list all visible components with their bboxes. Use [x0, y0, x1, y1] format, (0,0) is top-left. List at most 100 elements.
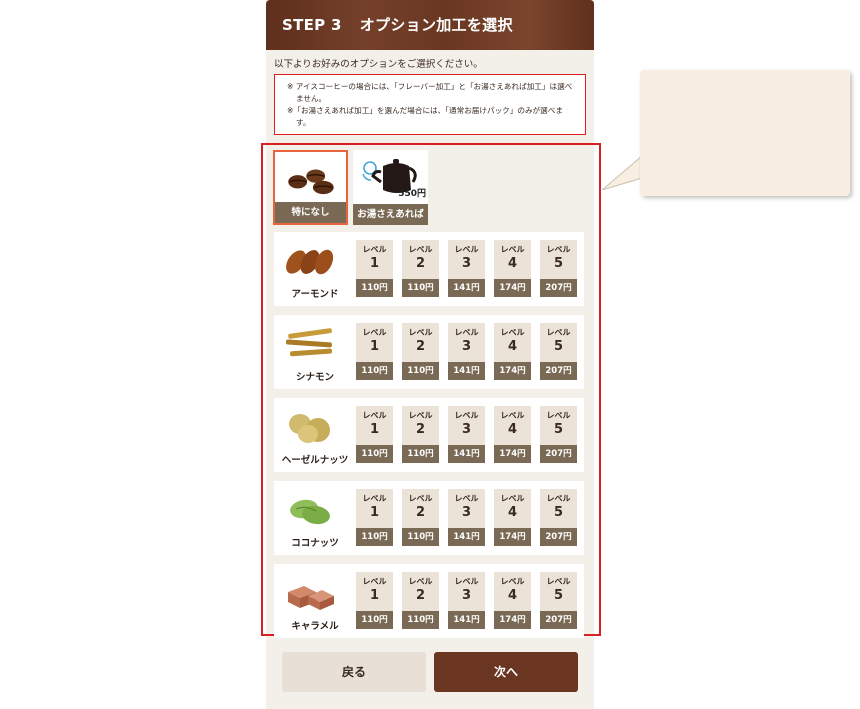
level-number: 2	[415, 588, 426, 603]
level-number: 3	[461, 588, 472, 603]
cinnamon-icon	[285, 328, 333, 357]
next-button[interactable]: 次へ	[434, 652, 578, 692]
level-option[interactable]: レベル 5 207円	[540, 406, 577, 463]
level-option[interactable]: レベル 2 110円	[402, 240, 439, 297]
level-number: 4	[507, 256, 518, 271]
callout-bubble	[640, 70, 850, 196]
level-word: レベル	[408, 245, 433, 254]
level-word: レベル	[454, 577, 479, 586]
level-price: 110円	[356, 362, 393, 380]
level-number: 2	[415, 505, 426, 520]
level-price: 110円	[356, 528, 393, 546]
level-word: レベル	[408, 328, 433, 337]
level-number: 1	[369, 588, 380, 603]
level-option[interactable]: レベル 3 141円	[448, 323, 485, 380]
flavor-row-cinnamon: シナモン レベル 1 110円 レベル 2 110円 レベル 3 141円 レベル 4 174円…	[274, 315, 584, 389]
level-number: 2	[415, 339, 426, 354]
level-word: レベル	[500, 245, 525, 254]
level-option[interactable]: レベル 4 174円	[494, 489, 531, 546]
level-option[interactable]: レベル 5 207円	[540, 323, 577, 380]
level-option[interactable]: レベル 3 141円	[448, 240, 485, 297]
level-price: 110円	[356, 445, 393, 463]
step-title: STEP 3 オプション加工を選択	[282, 14, 513, 35]
level-price: 174円	[494, 445, 531, 463]
level-option[interactable]: レベル 3 141円	[448, 406, 485, 463]
level-price: 141円	[448, 611, 485, 629]
level-word: レベル	[546, 577, 571, 586]
level-option[interactable]: レベル 4 174円	[494, 406, 531, 463]
back-button[interactable]: 戻る	[282, 652, 426, 692]
level-word: レベル	[408, 577, 433, 586]
level-word: レベル	[546, 411, 571, 420]
level-number: 5	[553, 256, 564, 271]
level-number: 2	[415, 422, 426, 437]
level-word: レベル	[546, 245, 571, 254]
flavor-name: シナモン	[295, 372, 334, 383]
level-number: 3	[461, 422, 472, 437]
level-number: 4	[507, 339, 518, 354]
level-number: 5	[553, 505, 564, 520]
level-price: 110円	[402, 611, 439, 629]
level-price: 207円	[540, 611, 577, 629]
flavor-row-almond: アーモンド レベル 1 110円 レベル 2 110円 レベル 3 141円 レベル 4 174…	[274, 232, 584, 306]
level-word: レベル	[362, 411, 387, 420]
flavor-row-coconut: ココナッツ レベル 1 110円 レベル 2 110円 レベル 3 141円 レベル 4 174…	[274, 481, 584, 555]
level-option[interactable]: レベル 2 110円	[402, 489, 439, 546]
level-price: 174円	[494, 279, 531, 297]
level-option[interactable]: レベル 1 110円	[356, 406, 393, 463]
step-header: STEP 3 オプション加工を選択	[266, 0, 594, 50]
level-word: レベル	[546, 328, 571, 337]
level-option[interactable]: レベル 5 207円	[540, 489, 577, 546]
level-number: 4	[507, 505, 518, 520]
level-option[interactable]: レベル 1 110円	[356, 489, 393, 546]
level-word: レベル	[362, 328, 387, 337]
coffee-beans-icon	[288, 169, 334, 195]
level-number: 4	[507, 588, 518, 603]
level-option[interactable]: レベル 2 110円	[402, 406, 439, 463]
level-option[interactable]: レベル 5 207円	[540, 572, 577, 629]
level-word: レベル	[500, 494, 525, 503]
level-number: 3	[461, 256, 472, 271]
notice-line: ※「お湯さえあれば加工」を選んだ場合には、「通常お届けパック」のみが選べます。	[287, 106, 563, 127]
level-option[interactable]: レベル 2 110円	[402, 572, 439, 629]
level-price: 110円	[402, 445, 439, 463]
level-price: 174円	[494, 611, 531, 629]
option-highlight-frame: 特になし 550円 お湯さえあれば アーモンド レベル 1 110円 レベル 2…	[261, 143, 601, 638]
level-word: レベル	[408, 411, 433, 420]
level-option[interactable]: レベル 1 110円	[356, 323, 393, 380]
level-price: 207円	[540, 279, 577, 297]
option-tile-hot-water[interactable]: 550円 お湯さえあれば	[353, 150, 428, 225]
level-word: レベル	[500, 577, 525, 586]
level-number: 5	[553, 339, 564, 354]
level-number: 1	[369, 339, 380, 354]
step-heading: オプション加工を選択	[359, 16, 513, 34]
level-number: 3	[461, 339, 472, 354]
level-option[interactable]: レベル 2 110円	[402, 323, 439, 380]
level-option[interactable]: レベル 1 110円	[356, 240, 393, 297]
option-label: 特になし	[275, 202, 346, 223]
level-price: 141円	[448, 362, 485, 380]
level-price: 207円	[540, 362, 577, 380]
level-word: レベル	[500, 328, 525, 337]
level-option[interactable]: レベル 3 141円	[448, 572, 485, 629]
level-option[interactable]: レベル 4 174円	[494, 323, 531, 380]
level-option[interactable]: レベル 4 174円	[494, 240, 531, 297]
level-number: 1	[369, 505, 380, 520]
level-price: 207円	[540, 445, 577, 463]
level-word: レベル	[362, 245, 387, 254]
level-option[interactable]: レベル 4 174円	[494, 572, 531, 629]
level-price: 110円	[356, 279, 393, 297]
level-option[interactable]: レベル 3 141円	[448, 489, 485, 546]
level-price: 174円	[494, 362, 531, 380]
flavor-name: キャラメル	[291, 621, 339, 632]
level-number: 3	[461, 505, 472, 520]
level-option[interactable]: レベル 1 110円	[356, 572, 393, 629]
level-price: 110円	[402, 528, 439, 546]
option-tile-none[interactable]: 特になし	[273, 150, 348, 225]
level-word: レベル	[454, 245, 479, 254]
level-number: 5	[553, 422, 564, 437]
notice-box: ※ アイスコーヒーの場合には、「フレーバー加工」と「お湯さえあれば加工」は選べま…	[274, 74, 586, 135]
intro-text: 以下よりお好みのオプションをご選択ください。	[274, 59, 483, 70]
level-option[interactable]: レベル 5 207円	[540, 240, 577, 297]
level-word: レベル	[546, 494, 571, 503]
